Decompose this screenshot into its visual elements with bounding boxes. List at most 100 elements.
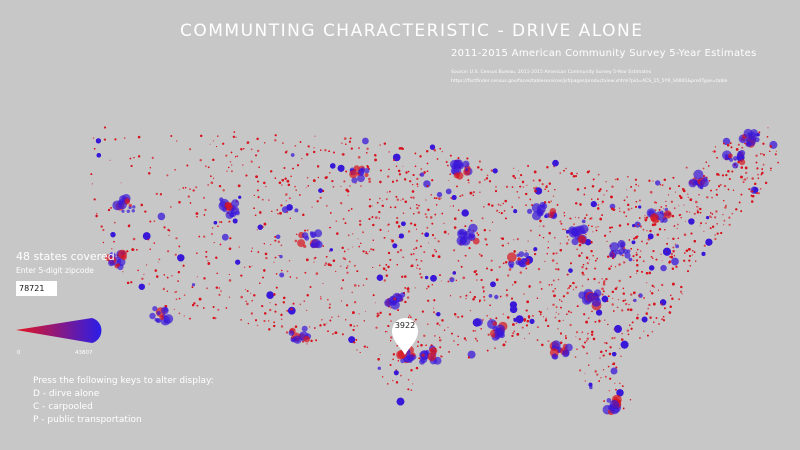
zipcode-dot bbox=[578, 254, 581, 257]
zipcode-dot bbox=[559, 172, 562, 175]
zipcode-dot bbox=[688, 218, 695, 225]
zipcode-dot bbox=[195, 186, 198, 189]
zipcode-dot bbox=[257, 251, 260, 253]
zipcode-dot bbox=[630, 327, 633, 330]
zipcode-dot bbox=[340, 287, 343, 290]
zipcode-dot bbox=[598, 380, 600, 382]
zipcode-dot bbox=[586, 337, 589, 340]
zipcode-dot bbox=[581, 331, 584, 334]
zipcode-dot bbox=[286, 270, 289, 273]
zipcode-dot bbox=[728, 223, 731, 226]
zipcode-dot bbox=[434, 249, 436, 251]
zipcode-dot bbox=[281, 179, 284, 182]
zipcode-dot bbox=[548, 284, 550, 286]
zipcode-dot bbox=[288, 260, 291, 262]
zipcode-dot bbox=[541, 183, 544, 186]
zipcode-dot bbox=[767, 127, 769, 129]
zipcode-dot bbox=[171, 275, 173, 277]
zipcode-dot bbox=[618, 224, 622, 227]
zipcode-dot bbox=[598, 319, 601, 322]
zipcode-dot bbox=[688, 248, 691, 251]
zipcode-dot bbox=[210, 175, 212, 177]
zipcode-dot bbox=[301, 157, 303, 160]
zipcode-dot bbox=[331, 316, 333, 319]
zipcode-dot bbox=[703, 230, 705, 232]
zipcode-dot bbox=[250, 148, 253, 151]
zipcode-dot bbox=[511, 186, 514, 188]
zipcode-dot bbox=[611, 303, 614, 306]
zipcode-dot bbox=[430, 275, 437, 282]
zipcode-dot bbox=[163, 274, 165, 276]
zipcode-dot bbox=[597, 198, 599, 200]
zipcode-dot bbox=[351, 291, 354, 294]
zipcode-dot bbox=[724, 206, 727, 209]
zipcode-dot bbox=[469, 291, 472, 293]
zipcode-dot bbox=[572, 282, 575, 284]
zipcode-dot bbox=[495, 186, 497, 188]
zipcode-dot bbox=[416, 267, 418, 269]
zipcode-dot bbox=[599, 217, 602, 221]
zipcode-dot bbox=[238, 195, 242, 199]
zipcode-dot bbox=[568, 268, 573, 273]
zipcode-dot bbox=[457, 344, 459, 346]
zipcode-dot bbox=[463, 337, 466, 340]
zipcode-dot bbox=[329, 250, 330, 252]
zipcode-dot bbox=[254, 214, 257, 216]
zipcode-dot bbox=[556, 262, 558, 265]
zipcode-dot bbox=[211, 227, 214, 229]
zipcode-dot bbox=[396, 179, 398, 182]
zipcode-dot bbox=[606, 190, 608, 192]
zipcode-dot bbox=[274, 239, 277, 242]
zipcode-dot bbox=[385, 264, 388, 266]
zipcode-dot bbox=[514, 177, 517, 179]
zipcode-dot bbox=[690, 232, 693, 235]
zipcode-dot bbox=[256, 229, 258, 231]
zipcode-dot bbox=[250, 312, 254, 315]
zipcode-dot bbox=[495, 317, 498, 320]
zipcode-dot bbox=[516, 238, 519, 241]
zipcode-dot bbox=[500, 212, 503, 215]
zipcode-dot bbox=[411, 389, 413, 391]
zipcode-dot bbox=[91, 183, 93, 185]
zipcode-dot bbox=[576, 248, 578, 251]
zipcode-dot bbox=[309, 286, 312, 288]
zipcode-dot bbox=[552, 159, 559, 167]
zipcode-dot bbox=[527, 240, 529, 242]
zipcode-dot bbox=[534, 189, 537, 193]
zipcode-dot bbox=[348, 140, 351, 143]
zipcode-dot bbox=[286, 179, 290, 183]
zipcode-dot bbox=[263, 319, 266, 323]
zipcode-dot bbox=[597, 226, 599, 228]
zipcode-dot bbox=[728, 216, 731, 219]
zipcode-dot bbox=[256, 324, 259, 327]
zipcode-dot bbox=[149, 248, 151, 250]
zipcode-dot bbox=[127, 224, 131, 228]
zipcode-dot bbox=[750, 194, 753, 197]
zipcode-dot bbox=[483, 296, 485, 298]
zipcode-dot bbox=[625, 302, 628, 306]
zipcode-dot bbox=[636, 269, 639, 272]
zipcode-dot bbox=[365, 251, 367, 253]
zipcode-dot bbox=[386, 331, 388, 333]
zipcode-dot bbox=[366, 165, 368, 167]
zipcode-dot bbox=[342, 153, 345, 156]
zipcode-dot bbox=[375, 216, 378, 219]
zipcode-dot bbox=[306, 343, 308, 345]
zipcode-dot bbox=[92, 137, 95, 139]
zipcode-dot bbox=[297, 164, 299, 167]
zipcode-dot bbox=[270, 170, 273, 173]
zipcode-dot bbox=[416, 204, 418, 206]
zipcode-dot bbox=[472, 191, 475, 194]
zipcode-dot bbox=[352, 311, 355, 314]
zipcode-dot bbox=[645, 272, 649, 275]
zipcode-dot bbox=[662, 316, 665, 318]
zipcode-dot bbox=[524, 337, 526, 340]
zipcode-dot bbox=[629, 399, 632, 401]
zipcode-dot bbox=[489, 229, 491, 232]
zipcode-dot bbox=[466, 157, 469, 160]
zipcode-dot bbox=[600, 377, 602, 379]
zipcode-dot bbox=[566, 242, 569, 245]
zipcode-dot bbox=[186, 164, 189, 167]
zipcode-dot bbox=[474, 337, 477, 340]
zipcode-dot bbox=[709, 227, 712, 230]
